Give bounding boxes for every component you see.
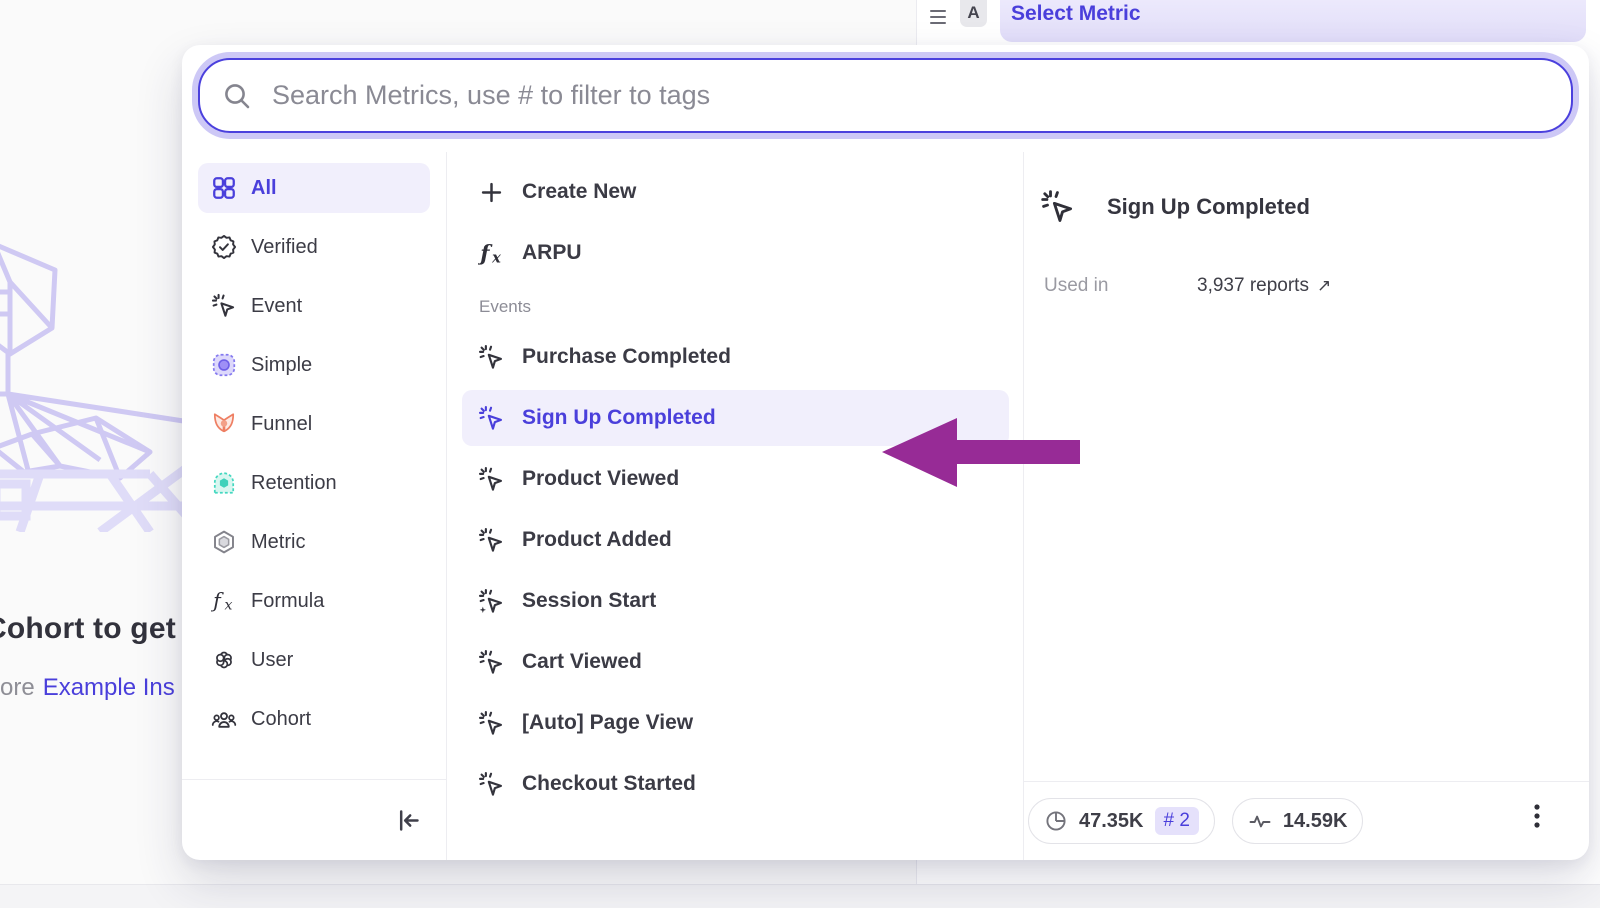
sidebar-item-label: Metric bbox=[251, 531, 305, 554]
plus-icon bbox=[478, 179, 505, 206]
example-insights-link[interactable]: Example Ins bbox=[43, 674, 175, 701]
metric-detail-panel: Sign Up Completed Used in 3,937 reports … bbox=[1024, 152, 1589, 860]
stat-pill-total[interactable]: 47.35K # 2 bbox=[1028, 798, 1215, 844]
arrow-up-right-icon: ↗ bbox=[1317, 276, 1331, 296]
search-icon bbox=[222, 81, 252, 111]
sidebar-item-cohort[interactable]: Cohort bbox=[198, 694, 430, 744]
stat-pill-activity[interactable]: 14.59K bbox=[1232, 798, 1364, 844]
sidebar-footer bbox=[182, 779, 446, 860]
metric-list: Create New ARPU Events Purchase Complete… bbox=[446, 152, 1024, 860]
list-item-product-viewed[interactable]: Product Viewed bbox=[462, 451, 1009, 507]
drag-handle-icon[interactable] bbox=[930, 10, 946, 24]
events-section-header: Events bbox=[479, 297, 1009, 317]
cohort-people-icon bbox=[211, 706, 237, 732]
category-sidebar: All Verified Event Simple Funnel Retenti… bbox=[182, 152, 446, 860]
sidebar-item-label: Event bbox=[251, 295, 302, 318]
background-subtext: ore Example Ins bbox=[0, 674, 184, 702]
event-cursor-icon bbox=[478, 527, 505, 554]
series-a-badge: A bbox=[960, 0, 987, 27]
event-cursor-icon bbox=[1040, 189, 1076, 225]
detail-title: Sign Up Completed bbox=[1107, 194, 1310, 220]
list-item-label: Purchase Completed bbox=[522, 345, 731, 369]
dialog-content: All Verified Event Simple Funnel Retenti… bbox=[182, 152, 1589, 860]
rank-badge: # 2 bbox=[1155, 807, 1199, 835]
user-flower-icon bbox=[211, 647, 237, 673]
sidebar-item-label: User bbox=[251, 649, 293, 672]
event-cursor-icon bbox=[478, 649, 505, 676]
list-item-arpu[interactable]: ARPU bbox=[462, 225, 1009, 281]
create-new-button[interactable]: Create New bbox=[462, 164, 1009, 220]
activity-pulse-icon bbox=[1248, 809, 1272, 833]
background-headline: Cohort to get s bbox=[0, 612, 190, 646]
metric-picker-dialog: All Verified Event Simple Funnel Retenti… bbox=[182, 45, 1589, 860]
funnel-icon bbox=[211, 411, 237, 437]
event-cursor-icon bbox=[478, 405, 505, 432]
collapse-sidebar-button[interactable] bbox=[395, 807, 422, 834]
verified-seal-icon bbox=[211, 234, 237, 260]
list-item-auto-page-view[interactable]: [Auto] Page View bbox=[462, 695, 1009, 751]
detail-footer: 47.35K # 2 14.59K bbox=[1024, 781, 1589, 860]
select-metric-dropdown[interactable]: Select Metric bbox=[1011, 2, 1141, 26]
used-in-row: Used in 3,937 reports ↗ bbox=[1024, 275, 1589, 297]
formula-fx-icon bbox=[211, 588, 237, 614]
simple-block-icon bbox=[211, 352, 237, 378]
sidebar-item-label: Cohort bbox=[251, 708, 311, 731]
used-in-label: Used in bbox=[1044, 275, 1197, 297]
search-input[interactable] bbox=[272, 80, 1571, 111]
list-item-label: Product Viewed bbox=[522, 467, 679, 491]
used-in-reports-link[interactable]: 3,937 reports ↗ bbox=[1197, 275, 1331, 297]
formula-fx-icon bbox=[478, 240, 505, 267]
sidebar-item-label: Verified bbox=[251, 236, 318, 259]
metric-hexagon-icon bbox=[211, 529, 237, 555]
list-item-checkout-started[interactable]: Checkout Started bbox=[462, 756, 1009, 812]
wireframe-illustration bbox=[0, 222, 192, 532]
list-item-label: Create New bbox=[522, 180, 636, 204]
sidebar-item-user[interactable]: User bbox=[198, 635, 430, 685]
sidebar-item-metric[interactable]: Metric bbox=[198, 517, 430, 567]
sidebar-item-label: All bbox=[251, 177, 277, 200]
event-cursor-icon bbox=[478, 344, 505, 371]
sidebar-item-funnel[interactable]: Funnel bbox=[198, 399, 430, 449]
event-cursor-icon bbox=[478, 771, 505, 798]
detail-header: Sign Up Completed bbox=[1024, 189, 1589, 225]
list-item-session-start[interactable]: Session Start bbox=[462, 573, 1009, 629]
sidebar-item-retention[interactable]: Retention bbox=[198, 458, 430, 508]
sidebar-item-label: Simple bbox=[251, 354, 312, 377]
session-start-event-icon bbox=[478, 588, 505, 615]
list-item-label: Checkout Started bbox=[522, 772, 696, 796]
retention-icon bbox=[211, 470, 237, 496]
list-item-label: ARPU bbox=[522, 241, 582, 265]
pie-chart-icon bbox=[1044, 809, 1068, 833]
metric-header-row: A Select Metric bbox=[930, 0, 1141, 30]
sidebar-item-simple[interactable]: Simple bbox=[198, 340, 430, 390]
list-item-label: Sign Up Completed bbox=[522, 406, 716, 430]
list-item-label: Cart Viewed bbox=[522, 650, 642, 674]
sidebar-item-all[interactable]: All bbox=[198, 163, 430, 213]
sidebar-item-label: Retention bbox=[251, 472, 337, 495]
stat-value: 14.59K bbox=[1283, 810, 1348, 833]
subtext-fragment: ore bbox=[0, 674, 35, 701]
sidebar-item-label: Formula bbox=[251, 590, 324, 613]
list-item-sign-up-completed[interactable]: Sign Up Completed bbox=[462, 390, 1009, 446]
list-item-label: [Auto] Page View bbox=[522, 711, 693, 735]
stat-value: 47.35K bbox=[1079, 810, 1144, 833]
list-item-product-added[interactable]: Product Added bbox=[462, 512, 1009, 568]
sidebar-item-event[interactable]: Event bbox=[198, 281, 430, 331]
sidebar-item-label: Funnel bbox=[251, 413, 312, 436]
page-bottom-strip bbox=[0, 884, 1600, 908]
list-item-label: Product Added bbox=[522, 528, 672, 552]
list-item-purchase-completed[interactable]: Purchase Completed bbox=[462, 329, 1009, 385]
grid-icon bbox=[211, 175, 237, 201]
kebab-menu-button[interactable] bbox=[1529, 797, 1545, 845]
list-item-label: Session Start bbox=[522, 589, 656, 613]
list-item-cart-viewed[interactable]: Cart Viewed bbox=[462, 634, 1009, 690]
sidebar-item-verified[interactable]: Verified bbox=[198, 222, 430, 272]
event-cursor-icon bbox=[211, 293, 237, 319]
search-bar bbox=[198, 58, 1573, 133]
sidebar-item-formula[interactable]: Formula bbox=[198, 576, 430, 626]
event-cursor-icon bbox=[478, 710, 505, 737]
event-cursor-icon bbox=[478, 466, 505, 493]
